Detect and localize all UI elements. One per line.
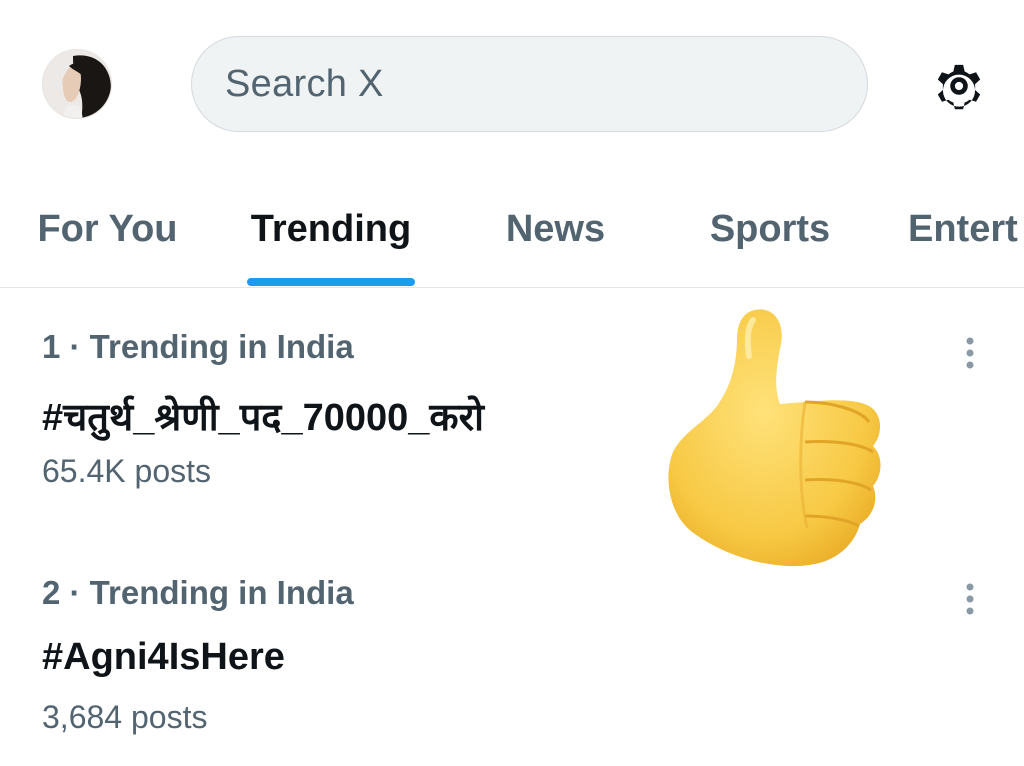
tab-label: Entert	[908, 207, 1018, 250]
search-placeholder: Search X	[225, 62, 384, 105]
tab-sports[interactable]: Sports	[680, 170, 860, 287]
thumbs-up-icon	[655, 302, 900, 577]
trend-meta: 1 · Trending in India	[42, 328, 354, 365]
trend-title: #चतुर्थ_श्रेणी_पद_70000_करो	[42, 397, 484, 439]
tab-label: News	[505, 207, 606, 250]
trend-post-count: 3,684 posts	[42, 699, 208, 735]
tab-for-you[interactable]: For You	[20, 170, 195, 287]
tab-label: For You	[37, 207, 178, 250]
profile-avatar[interactable]	[42, 49, 112, 119]
search-input[interactable]: Search X	[191, 36, 868, 132]
tab-label: Sports	[709, 207, 831, 250]
tab-label: Trending	[250, 207, 412, 250]
thumbs-up-emoji	[668, 309, 881, 567]
trend-meta: 2 · Trending in India	[42, 574, 354, 611]
settings-icon-glyph	[937, 64, 981, 110]
trend-item[interactable]: 2 · Trending in India #Agni4IsHere 3,684…	[0, 574, 1024, 766]
top-header: Search X	[0, 0, 1024, 170]
active-tab-indicator	[247, 278, 415, 286]
avatar-image	[43, 50, 111, 118]
tab-trending[interactable]: Trending	[228, 170, 434, 287]
gear-icon[interactable]	[928, 55, 990, 117]
tab-bar: For You Trending News Sports Entert	[0, 170, 1024, 288]
more-options-icon[interactable]	[950, 580, 990, 620]
vertical-dots-icon	[966, 583, 974, 615]
trend-title: #Agni4IsHere	[42, 636, 285, 678]
tab-entertainment[interactable]: Entert	[908, 170, 1024, 287]
trend-post-count: 65.4K posts	[42, 453, 211, 489]
vertical-dots-icon	[966, 337, 974, 369]
tab-news[interactable]: News	[468, 170, 643, 287]
more-options-icon[interactable]	[950, 334, 990, 374]
